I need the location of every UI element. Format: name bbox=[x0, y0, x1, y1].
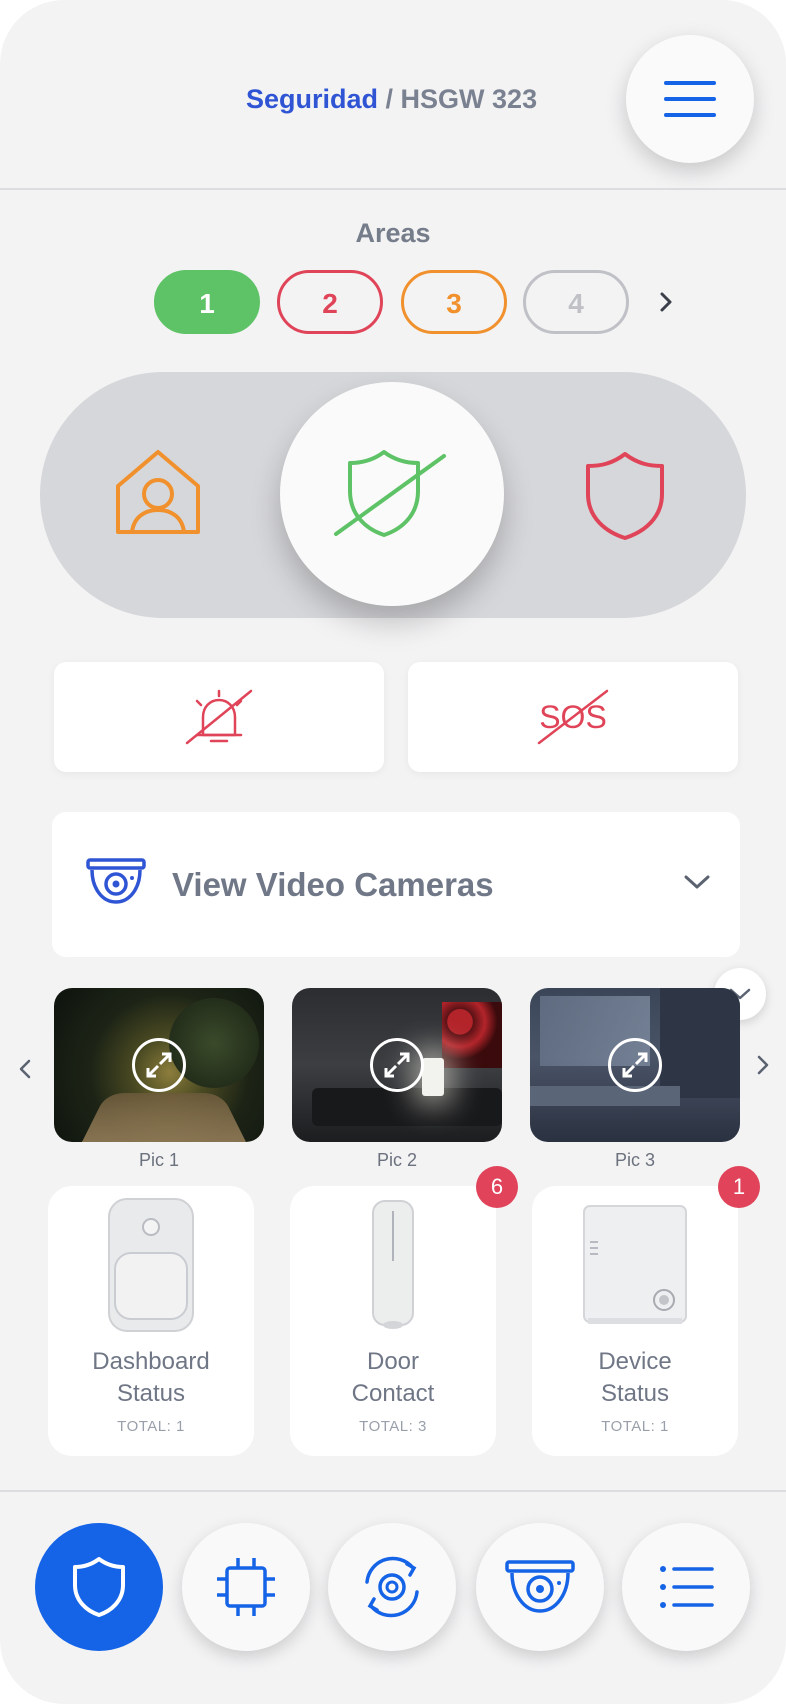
carousel-prev-button[interactable] bbox=[14, 1054, 36, 1084]
picture-label-2: Pic 2 bbox=[376, 1150, 418, 1170]
expand-icon[interactable] bbox=[132, 1038, 186, 1092]
breadcrumb-separator: / bbox=[378, 84, 401, 114]
area-pill-3[interactable]: 3 bbox=[401, 270, 507, 334]
hub-device-image bbox=[532, 1200, 738, 1330]
alarm-silence-button[interactable] bbox=[54, 662, 384, 772]
lamp-shape bbox=[422, 1058, 444, 1096]
camera-picture-3[interactable] bbox=[530, 988, 740, 1142]
counter-shape bbox=[530, 1086, 680, 1106]
chevron-right-icon bbox=[660, 292, 672, 312]
gear-sync-icon bbox=[365, 1556, 419, 1618]
door-contact-image bbox=[290, 1200, 496, 1330]
areas-next-button[interactable] bbox=[654, 286, 678, 318]
area-pill-2[interactable]: 2 bbox=[277, 270, 383, 334]
shield-icon bbox=[586, 452, 664, 540]
shield-icon bbox=[73, 1557, 125, 1617]
device-card-door-contact[interactable]: Door Contact TOTAL: 3 bbox=[290, 1186, 496, 1456]
app-screen: Seguridad / HSGW 323 Areas 1 2 3 4 View … bbox=[0, 0, 786, 1704]
areas-title: Areas bbox=[355, 218, 431, 248]
chevron-down-icon bbox=[684, 874, 710, 895]
device-name: Device Status bbox=[598, 1348, 672, 1407]
nav-automation-button[interactable] bbox=[328, 1523, 456, 1651]
nav-cameras-button[interactable] bbox=[476, 1523, 604, 1651]
device-total: TOTAL: 1 bbox=[601, 1418, 669, 1435]
device-name: Door Contact bbox=[351, 1348, 435, 1407]
nav-list-button[interactable] bbox=[622, 1523, 750, 1651]
notification-badge: 6 bbox=[476, 1166, 518, 1208]
expand-icon[interactable] bbox=[370, 1038, 424, 1092]
carousel-next-button[interactable] bbox=[752, 1050, 774, 1080]
area-pill-4[interactable]: 4 bbox=[523, 270, 629, 334]
motion-sensor-image bbox=[48, 1198, 254, 1332]
breadcrumb-current: HSGW 323 bbox=[400, 84, 538, 114]
device-total: TOTAL: 3 bbox=[359, 1418, 427, 1435]
picture-label-1: Pic 1 bbox=[138, 1150, 180, 1170]
mode-armed-button[interactable] bbox=[582, 450, 668, 542]
device-total: TOTAL: 1 bbox=[117, 1418, 185, 1435]
sofa-shape bbox=[312, 1088, 502, 1126]
hamburger-menu-icon bbox=[664, 81, 716, 117]
camera-picture-1[interactable] bbox=[54, 988, 264, 1142]
mode-disarmed-knob[interactable] bbox=[280, 382, 504, 606]
list-icon bbox=[660, 1566, 714, 1608]
expand-icon[interactable] bbox=[608, 1038, 662, 1092]
nav-divider bbox=[0, 1490, 786, 1492]
area-pill-1[interactable]: 1 bbox=[154, 270, 260, 334]
view-cameras-label: View Video Cameras bbox=[172, 866, 494, 903]
mode-home-button[interactable] bbox=[112, 446, 204, 538]
chip-icon bbox=[217, 1558, 275, 1616]
nav-security-button[interactable] bbox=[35, 1523, 163, 1651]
device-card-dashboard-status[interactable]: Dashboard Status TOTAL: 1 bbox=[48, 1186, 254, 1456]
sos-button[interactable]: SOS bbox=[408, 662, 738, 772]
chevron-left-icon bbox=[19, 1059, 31, 1079]
menu-button[interactable] bbox=[626, 35, 754, 163]
view-cameras-dropdown[interactable]: View Video Cameras bbox=[52, 812, 740, 957]
device-name: Dashboard Status bbox=[92, 1348, 210, 1407]
breadcrumb-link-seguridad[interactable]: Seguridad bbox=[246, 84, 378, 114]
cabinet-shape bbox=[660, 988, 740, 1098]
breadcrumb: Seguridad / HSGW 323 bbox=[246, 84, 537, 115]
chevron-right-icon bbox=[757, 1055, 769, 1075]
wall-art-shape bbox=[442, 1002, 502, 1068]
notification-badge: 1 bbox=[718, 1166, 760, 1208]
header: Seguridad / HSGW 323 bbox=[0, 0, 786, 190]
home-user-icon bbox=[116, 450, 200, 534]
security-camera-icon bbox=[505, 1560, 575, 1613]
camera-picture-2[interactable] bbox=[292, 988, 502, 1142]
device-card-device-status[interactable]: Device Status TOTAL: 1 bbox=[532, 1186, 738, 1456]
sos-off-icon: SOS bbox=[537, 689, 609, 745]
security-camera-icon bbox=[86, 858, 146, 909]
nav-devices-button[interactable] bbox=[182, 1523, 310, 1651]
shield-off-icon bbox=[334, 450, 446, 537]
picture-label-3: Pic 3 bbox=[614, 1150, 656, 1170]
alarm-bell-off-icon bbox=[185, 689, 253, 745]
